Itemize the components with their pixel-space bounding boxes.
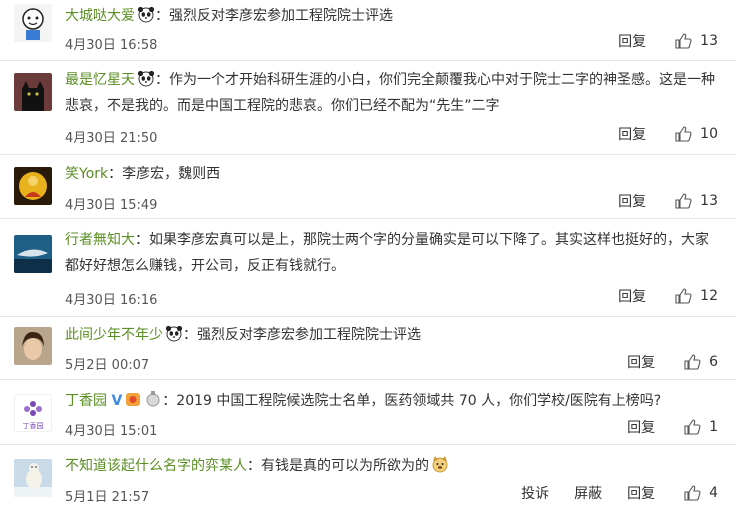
like-count: 13 xyxy=(700,193,718,209)
reply-button[interactable]: 回复 xyxy=(627,352,655,372)
comment-text: 此间少年不年少 ：强烈反对李彦宏参加工程院院士评选 xyxy=(65,322,718,348)
avatar[interactable] xyxy=(14,167,52,205)
like-count: 12 xyxy=(700,288,718,304)
comment-text: 行者無知大：如果李彦宏真可以是上，那院士两个字的分量确实是可以下降了。其实这样也… xyxy=(65,227,718,279)
separator: ： xyxy=(162,393,177,409)
comment-content: 有钱是真的可以为所欲为的 xyxy=(261,458,429,474)
avatar[interactable] xyxy=(14,327,52,365)
reply-button[interactable]: 回复 xyxy=(618,124,646,144)
comment-content: 如果李彦宏真可以是上，那院士两个字的分量确实是可以下降了。其实这样也挺好的，大家… xyxy=(65,232,709,274)
avatar[interactable] xyxy=(14,235,52,273)
like-count: 4 xyxy=(709,485,718,501)
reply-button[interactable]: 回复 xyxy=(618,31,646,51)
like-button[interactable]: 6 xyxy=(683,353,718,371)
username[interactable]: 笑York xyxy=(65,166,108,182)
comment-text: 不知道该起什么名字的弈某人：有钱是真的可以为所欲为的 xyxy=(65,453,718,479)
comment-content: 强烈反对李彦宏参加工程院院士评选 xyxy=(197,327,421,343)
comment-item: 大城哒大爱 ：强烈反对李彦宏参加工程院院士评选 4月30日 16:58 回复 13 xyxy=(0,0,736,60)
like-count: 13 xyxy=(700,33,718,49)
medal-icon xyxy=(124,390,142,408)
avatar[interactable] xyxy=(14,459,52,497)
separator: ： xyxy=(247,458,261,474)
like-button[interactable]: 10 xyxy=(674,125,718,143)
report-button[interactable]: 投诉 xyxy=(521,483,549,503)
yellow-figure-avatar-icon xyxy=(14,167,52,205)
portrait-avatar-icon xyxy=(14,327,52,365)
comment-item: 行者無知大：如果李彦宏真可以是上，那院士两个字的分量确实是可以下降了。其实这样也… xyxy=(0,219,736,316)
comment-content: 李彦宏，魏则西 xyxy=(122,166,221,182)
comment-text: 笑York：李彦宏，魏则西 xyxy=(65,161,718,187)
thumbs-up-icon xyxy=(684,354,701,370)
separator: ： xyxy=(135,232,149,248)
like-button[interactable]: 13 xyxy=(674,192,718,210)
like-button[interactable]: 12 xyxy=(674,287,718,305)
timestamp: 5月1日 21:57 xyxy=(65,490,150,505)
verified-badge-icon: V xyxy=(111,393,123,409)
timestamp: 4月30日 15:01 xyxy=(65,424,158,439)
reply-button[interactable]: 回复 xyxy=(618,286,646,306)
shark-avatar-icon xyxy=(14,235,52,273)
comment-text: 最是忆星天 ：作为一个才开始科研生涯的小白，你们完全颠覆我心中对于院士二字的神圣感… xyxy=(65,67,718,119)
thumbs-up-icon xyxy=(675,33,692,49)
like-button[interactable]: 4 xyxy=(683,484,718,502)
avatar[interactable] xyxy=(14,4,52,42)
dog-face-icon xyxy=(431,455,449,473)
separator: ： xyxy=(183,327,197,343)
username[interactable]: 此间少年不年少 xyxy=(65,327,163,343)
thumbs-up-icon xyxy=(675,193,692,209)
thumbs-up-icon xyxy=(675,126,692,142)
username[interactable]: 最是忆星天 xyxy=(65,72,135,88)
timestamp: 4月30日 16:58 xyxy=(65,38,158,53)
like-count: 10 xyxy=(700,126,718,142)
like-button[interactable]: 1 xyxy=(683,418,718,436)
username[interactable]: 大城哒大爱 xyxy=(65,8,135,24)
thumbs-up-icon xyxy=(684,485,701,501)
timestamp: 4月30日 21:50 xyxy=(65,131,158,146)
username[interactable]: 丁香园 xyxy=(65,393,107,409)
panda-face-icon xyxy=(165,324,183,342)
username[interactable]: 行者無知大 xyxy=(65,232,135,248)
medal-icon xyxy=(144,390,162,408)
comment-content: 强烈反对李彦宏参加工程院院士评选 xyxy=(169,8,393,24)
avatar[interactable] xyxy=(14,73,52,111)
separator: ： xyxy=(155,8,169,24)
comment-text: 丁香园 V ：2019 中国工程院候选院士名单，医药领域共 70 人，你们学校/医… xyxy=(65,388,718,414)
separator: ： xyxy=(108,166,123,182)
panda-face-icon xyxy=(137,69,155,87)
like-button[interactable]: 13 xyxy=(674,32,718,50)
separator: ： xyxy=(155,72,169,88)
reply-button[interactable]: 回复 xyxy=(627,417,655,437)
comment-content: 2019 中国工程院候选院士名单，医药领域共 70 人，你们学校/医院有上榜吗? xyxy=(176,393,662,409)
comment-item: 笑York：李彦宏，魏则西 4月30日 15:49 回复 13 xyxy=(0,155,736,218)
cartoon-avatar-icon xyxy=(14,4,52,42)
like-count: 6 xyxy=(709,354,718,370)
dxy-logo-text: 丁香园 xyxy=(23,421,44,430)
black-cat-avatar-icon xyxy=(14,73,52,111)
comment-item: 最是忆星天 ：作为一个才开始科研生涯的小白，你们完全颠覆我心中对于院士二字的神圣感… xyxy=(0,61,736,154)
thumbs-up-icon xyxy=(684,419,701,435)
dxy-logo-avatar-icon: 丁香园 xyxy=(14,394,52,432)
timestamp: 4月30日 15:49 xyxy=(65,198,158,213)
block-button[interactable]: 屏蔽 xyxy=(574,483,602,503)
reply-button[interactable]: 回复 xyxy=(627,483,655,503)
comment-item: 丁香园 丁香园 V ：2019 中国工程院候选院士名单，医药领域共 70 人，你们… xyxy=(0,380,736,444)
thumbs-up-icon xyxy=(675,288,692,304)
timestamp: 4月30日 16:16 xyxy=(65,293,158,308)
comment-item: 此间少年不年少 ：强烈反对李彦宏参加工程院院士评选 5月2日 00:07 回复 6 xyxy=(0,317,736,379)
panda-face-icon xyxy=(137,5,155,23)
like-count: 1 xyxy=(709,419,718,435)
reply-button[interactable]: 回复 xyxy=(618,191,646,211)
comment-text: 大城哒大爱 ：强烈反对李彦宏参加工程院院士评选 xyxy=(65,3,718,29)
username[interactable]: 不知道该起什么名字的弈某人 xyxy=(65,458,247,474)
avatar[interactable]: 丁香园 xyxy=(14,394,52,432)
timestamp: 5月2日 00:07 xyxy=(65,358,150,373)
comment-item: 不知道该起什么名字的弈某人：有钱是真的可以为所欲为的 5月1日 21:57 投诉… xyxy=(0,445,736,516)
polar-bear-avatar-icon xyxy=(14,459,52,497)
